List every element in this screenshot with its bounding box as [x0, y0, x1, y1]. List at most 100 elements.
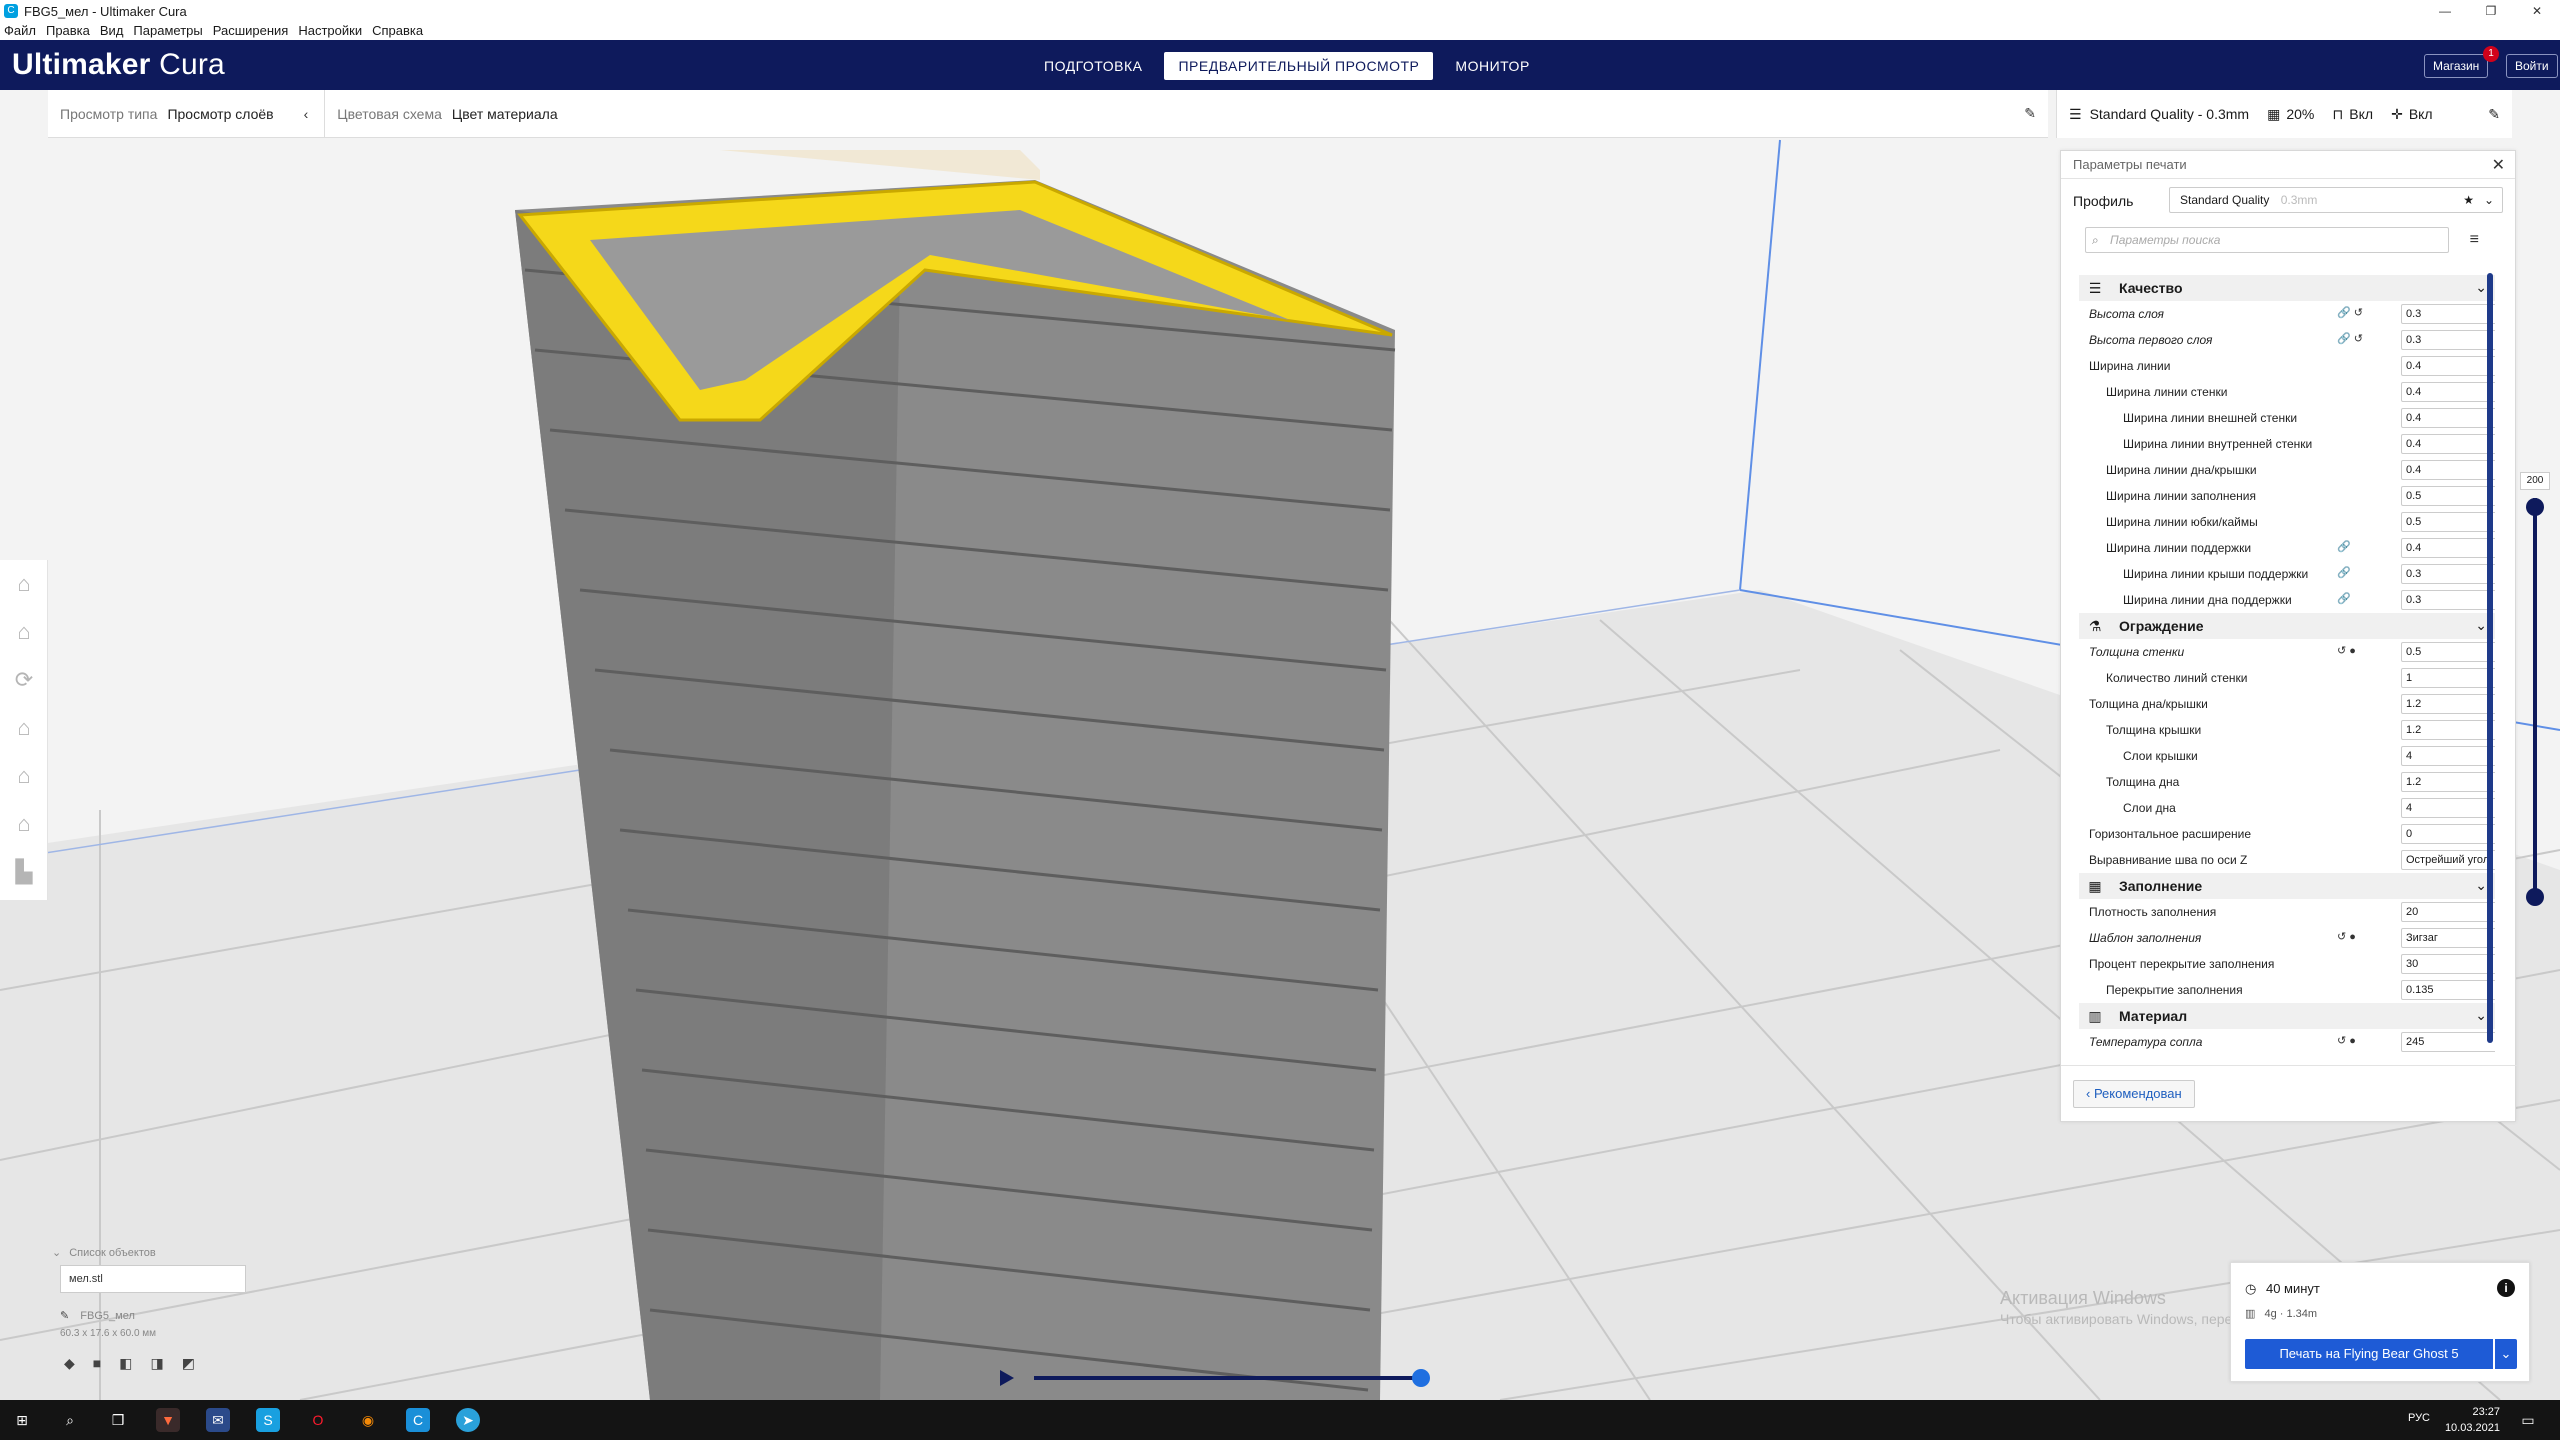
setting-value-field[interactable]: 0.4mm: [2401, 460, 2495, 480]
setting-state-icons[interactable]: 🔗 ↺: [2337, 306, 2363, 319]
setting-value-field[interactable]: 0.4mm: [2401, 408, 2495, 428]
setting-state-icons[interactable]: ↺ ●: [2337, 644, 2356, 657]
setting-state-icons[interactable]: 🔗: [2337, 592, 2351, 605]
setting-value-field[interactable]: 0mm: [2401, 824, 2495, 844]
front-view-icon[interactable]: ■: [93, 1355, 101, 1372]
pencil-icon[interactable]: ✎: [60, 1310, 69, 1322]
start-icon[interactable]: ⊞: [10, 1408, 34, 1432]
menu-settings[interactable]: Параметры: [133, 22, 202, 40]
move-tool-icon[interactable]: ⌂: [0, 560, 48, 608]
setting-value-field[interactable]: 1.2mm: [2401, 720, 2495, 740]
setting-value-field[interactable]: 1.2mm: [2401, 694, 2495, 714]
setting-value-field[interactable]: 0.4mm: [2401, 356, 2495, 376]
opera-icon[interactable]: O: [306, 1408, 330, 1432]
play-icon[interactable]: [1000, 1370, 1014, 1386]
support-blocker-icon[interactable]: ⌂: [0, 800, 48, 848]
settings-category[interactable]: ▦ Заполнение ⌄: [2079, 873, 2495, 899]
minimize-button[interactable]: —: [2422, 0, 2468, 22]
per-model-settings-icon[interactable]: ⌂: [0, 752, 48, 800]
object-file-item[interactable]: мел.stl: [60, 1265, 246, 1293]
close-icon[interactable]: ✕: [2492, 155, 2505, 175]
layer-number-box[interactable]: 200: [2520, 472, 2550, 490]
setting-value-field[interactable]: 1.2mm: [2401, 772, 2495, 792]
telegram-icon[interactable]: ➤: [456, 1408, 480, 1432]
settings-category[interactable]: ▥ Материал ⌄: [2079, 1003, 2495, 1029]
view-type-select[interactable]: Просмотр слоёв: [167, 106, 273, 122]
setting-value-field[interactable]: 4: [2401, 798, 2495, 818]
favorite-star-icon[interactable]: ★: [2463, 188, 2474, 212]
menu-file[interactable]: Файл: [4, 22, 36, 40]
path-slider[interactable]: [1000, 1368, 1430, 1388]
layer-slider[interactable]: [2526, 498, 2544, 906]
mail-icon[interactable]: ✉: [206, 1408, 230, 1432]
setting-value-field[interactable]: 0.4mm: [2401, 382, 2495, 402]
setting-value-field[interactable]: 245°C: [2401, 1032, 2495, 1052]
right-view-icon[interactable]: ◩: [182, 1355, 195, 1372]
setting-value-field[interactable]: Зигзаг⌄: [2401, 928, 2495, 948]
tab-preview[interactable]: ПРЕДВАРИТЕЛЬНЫЙ ПРОСМОТР: [1164, 52, 1434, 80]
skype-icon[interactable]: S: [256, 1408, 280, 1432]
setting-value-field[interactable]: 20%: [2401, 902, 2495, 922]
mirror-tool-icon[interactable]: ⌂: [0, 704, 48, 752]
collapse-chevron-icon[interactable]: ‹: [304, 106, 309, 122]
top-view-icon[interactable]: ◧: [119, 1355, 132, 1372]
edit-settings-icon[interactable]: ✎: [2488, 106, 2500, 123]
layer-slider-bottom-handle[interactable]: [2526, 888, 2544, 906]
input-language[interactable]: РУС: [2408, 1412, 2430, 1424]
settings-scrollbar[interactable]: [2487, 273, 2493, 1043]
setting-value-field[interactable]: 1: [2401, 668, 2495, 688]
setting-state-icons[interactable]: 🔗: [2337, 540, 2351, 553]
object-list-header[interactable]: ⌄ Список объектов: [52, 1246, 272, 1260]
blender-icon[interactable]: ◉: [356, 1408, 380, 1432]
setting-value-field[interactable]: 0.3mm: [2401, 330, 2495, 350]
recommended-mode-button[interactable]: ‹ Рекомендован: [2073, 1080, 2195, 1108]
settings-menu-icon[interactable]: ≡: [2470, 231, 2479, 249]
edit-pencil-icon[interactable]: ✎: [2024, 105, 2036, 122]
3d-view-icon[interactable]: ◆: [64, 1355, 75, 1372]
print-options-chevron-icon[interactable]: ⌄: [2495, 1339, 2517, 1369]
setting-value-field[interactable]: 0.4mm: [2401, 434, 2495, 454]
tab-prepare[interactable]: ПОДГОТОВКА: [1030, 52, 1156, 80]
setting-value-field[interactable]: 30%: [2401, 954, 2495, 974]
print-setup-summary[interactable]: ☰ Standard Quality - 0.3mm ▦ 20% ⊓ Вкл ✛…: [2056, 90, 2512, 138]
setting-value-field[interactable]: 0.5mm: [2401, 642, 2495, 662]
setting-value-field[interactable]: 0.135mm: [2401, 980, 2495, 1000]
cura-taskbar-icon[interactable]: C: [406, 1408, 430, 1432]
settings-category[interactable]: ⚗ Ограждение ⌄: [2079, 613, 2495, 639]
info-icon[interactable]: i: [2497, 1279, 2515, 1297]
setting-value-field[interactable]: 4: [2401, 746, 2495, 766]
notifications-icon[interactable]: ▭: [2516, 1408, 2540, 1432]
signin-button[interactable]: Войти: [2506, 54, 2558, 78]
rotate-tool-icon[interactable]: ⟳: [0, 656, 48, 704]
print-button[interactable]: Печать на Flying Bear Ghost 5: [2245, 1339, 2493, 1369]
path-slider-handle[interactable]: [1412, 1369, 1430, 1387]
profile-select[interactable]: Standard Quality 0.3mm ★ ⌄: [2169, 187, 2503, 213]
color-scheme-select[interactable]: Цвет материала: [452, 106, 558, 122]
settings-search-input[interactable]: ⌕ Параметры поиска: [2085, 227, 2449, 253]
setting-state-icons[interactable]: ↺ ●: [2337, 930, 2356, 943]
setting-state-icons[interactable]: ↺ ●: [2337, 1034, 2356, 1047]
maximize-button[interactable]: ❐: [2468, 0, 2514, 22]
layer-tool-icon[interactable]: ▙: [0, 848, 48, 896]
left-view-icon[interactable]: ◨: [150, 1355, 163, 1372]
setting-value-field[interactable]: 0.5mm: [2401, 486, 2495, 506]
scale-tool-icon[interactable]: ⌂: [0, 608, 48, 656]
setting-state-icons[interactable]: 🔗 ↺: [2337, 332, 2363, 345]
setting-value-field[interactable]: 0.3mm: [2401, 304, 2495, 324]
search-icon[interactable]: ⌕: [58, 1408, 82, 1432]
tab-monitor[interactable]: МОНИТОР: [1441, 52, 1543, 80]
menu-edit[interactable]: Правка: [46, 22, 90, 40]
setting-value-field[interactable]: 0.3mm: [2401, 590, 2495, 610]
menu-preferences[interactable]: Настройки: [298, 22, 362, 40]
menu-view[interactable]: Вид: [100, 22, 124, 40]
menu-extensions[interactable]: Расширения: [213, 22, 289, 40]
settings-category[interactable]: ☰ Качество ⌄: [2079, 275, 2495, 301]
clock[interactable]: 23:27 10.03.2021: [2445, 1404, 2500, 1436]
settings-list[interactable]: ☰Качество⌄Высота слоя🔗 ↺0.3mmВысота перв…: [2079, 275, 2495, 1057]
close-window-button[interactable]: ✕: [2514, 0, 2560, 22]
setting-value-field[interactable]: 0.4mm: [2401, 538, 2495, 558]
marketplace-button[interactable]: Магазин: [2424, 54, 2489, 78]
brave-icon[interactable]: ▼: [156, 1408, 180, 1432]
task-view-icon[interactable]: ❒: [106, 1408, 130, 1432]
setting-value-field[interactable]: 0.3mm: [2401, 564, 2495, 584]
